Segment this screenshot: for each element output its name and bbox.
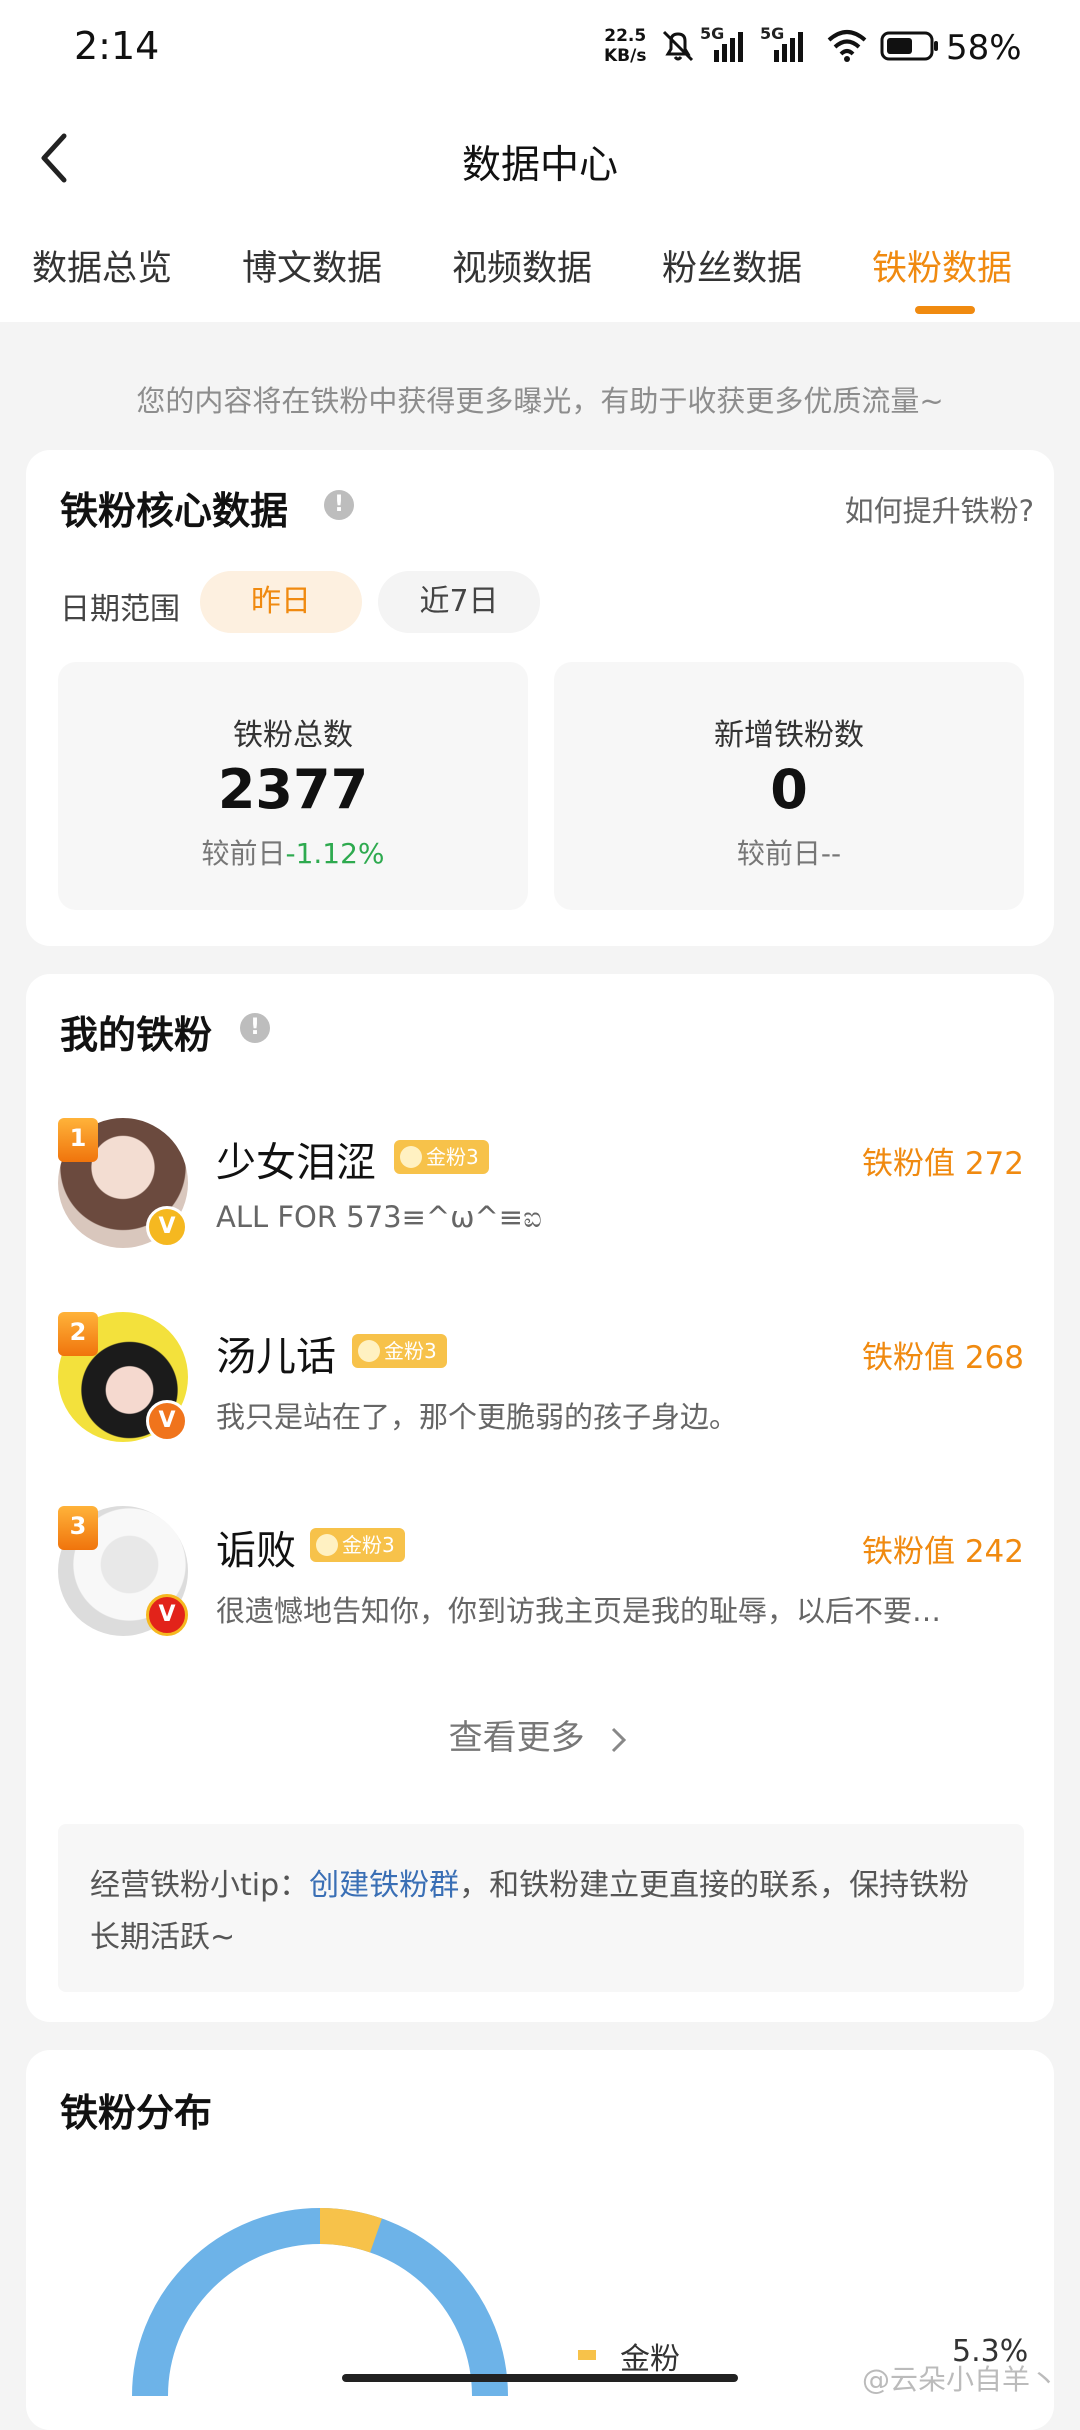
my-fans-title: 我的铁粉 — [60, 1013, 213, 1057]
info-icon[interactable]: ! — [324, 490, 354, 520]
compare-prefix: 较前日 — [201, 837, 286, 870]
net-speed-value: 22.5 — [604, 26, 647, 46]
create-fan-group-link[interactable]: 创建铁粉群 — [309, 1868, 459, 1903]
fan-row[interactable]: 1 V 少女泪涩 金粉3 铁粉值 272 ALL FOR 573≡^ω^≡ಐ — [58, 1118, 1024, 1258]
how-to-improve-link[interactable]: 如何提升铁粉? — [845, 488, 1034, 530]
watermark: @云朵小自羊丶 — [862, 2363, 1059, 2396]
view-more-button[interactable]: 查看更多 — [0, 1710, 1080, 1759]
compare-value: -1.12% — [285, 837, 385, 870]
date-range-label: 日期范围 — [60, 592, 180, 627]
badge-label: 金粉3 — [342, 1533, 395, 1557]
chevron-right-icon — [612, 1727, 627, 1752]
chip-yesterday[interactable]: 昨日 — [200, 571, 362, 633]
stat-label: 铁粉总数 — [233, 718, 353, 753]
stat-value: 0 — [770, 758, 808, 821]
fan-name: 汤儿话 — [216, 1334, 336, 1380]
stat-compare: 较前日-1.12% — [58, 832, 528, 872]
fan-name: 诟败 — [216, 1528, 296, 1574]
page-title: 数据中心 — [461, 143, 618, 188]
gold-fan-badge: 金粉3 — [310, 1528, 405, 1562]
tip-prefix: 经营铁粉小tip： — [90, 1868, 310, 1903]
exposure-tip: 您的内容将在铁粉中获得更多曝光，有助于收获更多优质流量~ — [136, 384, 944, 418]
crown-icon — [400, 1145, 422, 1168]
wifi-icon — [827, 30, 867, 62]
fan-signature: ALL FOR 573≡^ω^≡ಐ — [216, 1200, 542, 1234]
crown-icon — [316, 1533, 338, 1556]
net-speed-unit: KB/s — [604, 46, 647, 66]
verified-badge: V — [146, 1400, 188, 1442]
fan-value: 铁粉值 268 — [861, 1340, 1024, 1376]
top-header: 2:14 22.5 KB/s 5G 5G 58% 数据中心 数据总览 博文数据 … — [0, 0, 1080, 322]
tab-bar: 数据总览 博文数据 视频数据 粉丝数据 铁粉数据 — [0, 240, 1080, 310]
signal-icon-1 — [714, 32, 743, 62]
fan-name: 少女泪涩 — [216, 1140, 376, 1186]
fan-value: 铁粉值 272 — [861, 1146, 1024, 1182]
stat-total-fans: 铁粉总数 2377 较前日-1.12% — [58, 662, 528, 910]
operation-tip-text: 经营铁粉小tip：创建铁粉群，和铁粉建立更直接的联系，保持铁粉长期活跃~ — [90, 1860, 994, 1964]
tab-iron-fans[interactable]: 铁粉数据 — [872, 240, 1012, 291]
distribution-gauge — [132, 2207, 508, 2397]
network-speed: 22.5 KB/s — [604, 26, 646, 66]
gold-fan-badge: 金粉3 — [394, 1140, 489, 1174]
fan-signature: 我只是站在了，那个更脆弱的孩子身边。 — [216, 1400, 739, 1434]
badge-label: 金粉3 — [426, 1145, 479, 1169]
operation-tip-box: 经营铁粉小tip：创建铁粉群，和铁粉建立更直接的联系，保持铁粉长期活跃~ — [58, 1824, 1024, 1992]
rank-badge: 1 — [58, 1118, 98, 1162]
chip-last-7-days[interactable]: 近7日 — [378, 571, 540, 633]
view-more-label: 查看更多 — [448, 1718, 585, 1758]
active-tab-indicator — [915, 306, 975, 314]
tab-fans[interactable]: 粉丝数据 — [662, 240, 802, 291]
fan-value: 铁粉值 242 — [861, 1534, 1024, 1570]
tab-videos[interactable]: 视频数据 — [452, 240, 592, 291]
info-icon[interactable]: ! — [240, 1013, 270, 1043]
verified-badge: V — [146, 1594, 188, 1636]
tab-posts[interactable]: 博文数据 — [242, 240, 382, 291]
stat-new-fans: 新增铁粉数 0 较前日-- — [554, 662, 1024, 910]
badge-label: 金粉3 — [384, 1339, 437, 1363]
gold-fan-badge: 金粉3 — [352, 1334, 447, 1368]
battery-icon — [880, 31, 938, 61]
home-indicator[interactable] — [342, 2374, 738, 2382]
fan-row[interactable]: 3 V 诟败 金粉3 铁粉值 242 很遗憾地告知你，你到访我主页是我的耻辱，以… — [58, 1506, 1024, 1646]
mute-bell-icon — [662, 30, 694, 62]
battery-percent: 58% — [946, 28, 1022, 68]
rank-badge: 2 — [58, 1312, 98, 1356]
stat-compare: 较前日-- — [554, 832, 1024, 872]
tab-overview[interactable]: 数据总览 — [32, 240, 172, 291]
distribution-title: 铁粉分布 — [60, 2091, 213, 2135]
legend-label: 金粉 — [620, 2342, 680, 2377]
legend-swatch — [578, 2350, 596, 2360]
stat-label: 新增铁粉数 — [714, 718, 864, 753]
crown-icon — [358, 1339, 380, 1362]
signal-icon-2 — [774, 32, 803, 62]
fan-signature: 很遗憾地告知你，你到访我主页是我的耻辱，以后不要… — [216, 1594, 942, 1628]
fan-row[interactable]: 2 V 汤儿话 金粉3 铁粉值 268 我只是站在了，那个更脆弱的孩子身边。 — [58, 1312, 1024, 1452]
status-time: 2:14 — [74, 24, 160, 68]
compare-prefix: 较前日 — [736, 837, 821, 870]
verified-badge: V — [146, 1206, 188, 1248]
stat-value: 2377 — [217, 758, 369, 821]
rank-badge: 3 — [58, 1506, 98, 1550]
compare-value: -- — [820, 837, 842, 870]
core-data-title: 铁粉核心数据 — [60, 489, 289, 533]
